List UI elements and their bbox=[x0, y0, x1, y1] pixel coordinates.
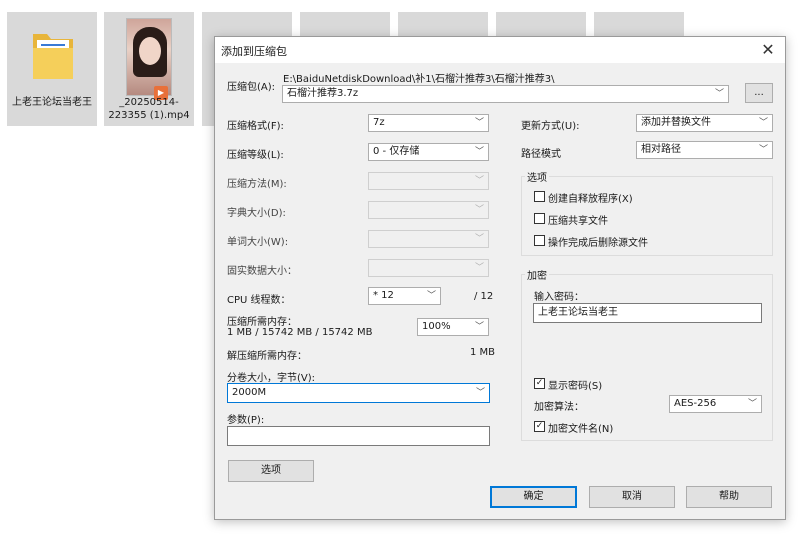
decomp-value: 1 MB bbox=[470, 347, 496, 358]
desktop-video-item[interactable]: ▶ _20250514-223355 (1).mp4 bbox=[104, 12, 194, 126]
word-select: ﹀ bbox=[368, 230, 489, 248]
level-select[interactable]: 0 - 仅存储 ﹀ bbox=[368, 143, 489, 161]
split-label: 分卷大小，字节(V): bbox=[227, 373, 316, 384]
dict-select: ﹀ bbox=[368, 201, 489, 219]
help-button[interactable]: 帮助 bbox=[686, 486, 772, 508]
title-bar[interactable]: 添加到压缩包 ✕ bbox=[215, 37, 785, 63]
browse-button[interactable]: ... bbox=[745, 83, 773, 103]
archive-name-value: 石榴汁推荐3.7z bbox=[287, 88, 359, 99]
format-value: 7z bbox=[373, 117, 385, 128]
delete-label[interactable]: 操作完成后删除源文件 bbox=[548, 234, 648, 249]
archive-name-combo[interactable]: 石榴汁推荐3.7z ﹀ bbox=[282, 85, 729, 103]
desktop-item-label: _20250514-223355 (1).mp4 bbox=[108, 97, 190, 121]
folder-icon bbox=[33, 34, 73, 79]
options-button[interactable]: 选项 bbox=[228, 460, 314, 482]
mem-percent-select[interactable]: 100% ﹀ bbox=[417, 318, 489, 336]
chevron-down-icon[interactable]: ﹀ bbox=[476, 384, 485, 402]
update-select[interactable]: 添加并替换文件 ﹀ bbox=[636, 114, 773, 132]
chevron-down-icon: ﹀ bbox=[747, 399, 757, 409]
chevron-down-icon: ﹀ bbox=[758, 118, 768, 128]
chevron-down-icon: ﹀ bbox=[474, 322, 484, 332]
password-label: 输入密码： bbox=[534, 292, 584, 303]
mem-value: 1 MB / 15742 MB / 15742 MB bbox=[227, 327, 373, 338]
solid-select: ﹀ bbox=[368, 259, 489, 277]
desktop-item-label: 上老王论坛当老王 bbox=[12, 97, 92, 108]
chevron-down-icon: ﹀ bbox=[474, 263, 484, 273]
enc-method-value: AES-256 bbox=[674, 398, 717, 409]
video-thumbnail bbox=[126, 18, 172, 96]
format-label: 压缩格式(F): bbox=[227, 121, 284, 132]
split-size-combo[interactable]: 2000M ﹀ bbox=[227, 383, 490, 403]
cpu-label: CPU 线程数： bbox=[227, 295, 291, 306]
password-input[interactable]: 上老王论坛当老王 bbox=[533, 303, 762, 323]
chevron-down-icon: ﹀ bbox=[426, 291, 436, 301]
enc-method-select[interactable]: AES-256 ﹀ bbox=[669, 395, 762, 413]
cancel-button[interactable]: 取消 bbox=[589, 486, 675, 508]
cpu-value: * 12 bbox=[373, 290, 394, 301]
delete-checkbox[interactable] bbox=[534, 235, 545, 246]
enc-method-label: 加密算法： bbox=[534, 402, 584, 413]
sfx-label[interactable]: 创建自释放程序(X) bbox=[548, 190, 633, 205]
dict-label: 字典大小(D): bbox=[227, 208, 286, 219]
close-icon[interactable]: ✕ bbox=[757, 39, 779, 61]
archive-label: 压缩包(A): bbox=[227, 82, 276, 93]
chevron-down-icon: ﹀ bbox=[474, 176, 484, 186]
sfx-checkbox[interactable] bbox=[534, 191, 545, 202]
path-mode-label: 路径模式 bbox=[521, 149, 561, 160]
update-label: 更新方式(U): bbox=[521, 121, 580, 132]
desktop-folder-item[interactable]: 上老王论坛当老王 bbox=[7, 12, 97, 126]
solid-label: 固实数据大小： bbox=[227, 266, 297, 277]
shared-checkbox[interactable] bbox=[534, 213, 545, 224]
mem-percent-value: 100% bbox=[422, 321, 451, 332]
mem-label: 压缩所需内存： bbox=[227, 317, 297, 328]
show-password-label[interactable]: 显示密码(S) bbox=[548, 377, 602, 392]
chevron-down-icon: ﹀ bbox=[474, 147, 484, 157]
show-password-checkbox[interactable]: ✓ bbox=[534, 378, 545, 389]
cpu-select[interactable]: * 12 ﹀ bbox=[368, 287, 441, 305]
method-select: ﹀ bbox=[368, 172, 489, 190]
chevron-down-icon[interactable]: ﹀ bbox=[715, 86, 724, 102]
chevron-down-icon: ﹀ bbox=[474, 205, 484, 215]
word-label: 单词大小(W): bbox=[227, 237, 289, 248]
split-value: 2000M bbox=[232, 387, 267, 398]
encrypt-names-label[interactable]: 加密文件名(N) bbox=[548, 420, 613, 435]
level-label: 压缩等级(L): bbox=[227, 150, 284, 161]
update-value: 添加并替换文件 bbox=[641, 117, 711, 128]
format-select[interactable]: 7z ﹀ bbox=[368, 114, 489, 132]
encryption-group-title: 加密 bbox=[525, 267, 549, 282]
decomp-label: 解压缩所需内存： bbox=[227, 351, 307, 362]
options-group-title: 选项 bbox=[525, 169, 549, 184]
method-label: 压缩方法(M): bbox=[227, 179, 287, 190]
params-input[interactable] bbox=[227, 426, 490, 446]
level-value: 0 - 仅存储 bbox=[373, 146, 420, 157]
chevron-down-icon: ﹀ bbox=[474, 234, 484, 244]
params-label: 参数(P): bbox=[227, 415, 265, 426]
path-mode-select[interactable]: 相对路径 ﹀ bbox=[636, 141, 773, 159]
archive-path: E:\BaiduNetdiskDownload\补1\石榴汁推荐3\石榴汁推荐3… bbox=[283, 74, 555, 85]
encrypt-names-checkbox[interactable]: ✓ bbox=[534, 421, 545, 432]
path-mode-value: 相对路径 bbox=[641, 144, 681, 155]
dialog-title: 添加到压缩包 bbox=[221, 45, 287, 58]
shared-label[interactable]: 压缩共享文件 bbox=[548, 212, 608, 227]
chevron-down-icon: ﹀ bbox=[474, 118, 484, 128]
ok-button[interactable]: 确定 bbox=[490, 486, 577, 508]
add-to-archive-dialog: 添加到压缩包 ✕ 压缩包(A): E:\BaiduNetdiskDownload… bbox=[214, 36, 786, 520]
chevron-down-icon: ﹀ bbox=[758, 145, 768, 155]
cpu-total: / 12 bbox=[474, 291, 494, 302]
